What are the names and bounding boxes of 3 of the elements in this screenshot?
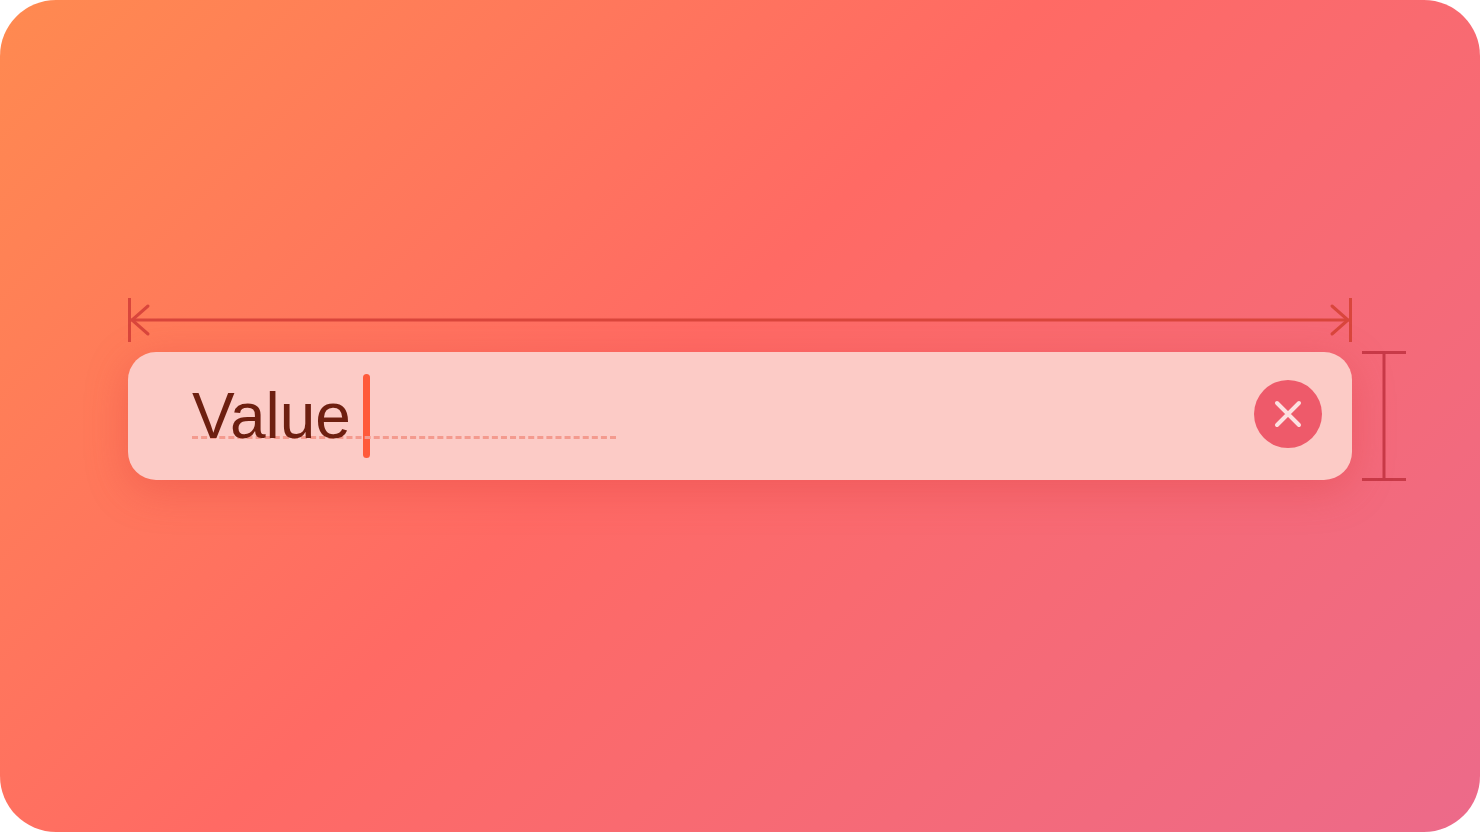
close-icon — [1274, 400, 1302, 428]
text-field[interactable]: Value — [128, 352, 1352, 480]
field-value: Value — [192, 384, 351, 448]
